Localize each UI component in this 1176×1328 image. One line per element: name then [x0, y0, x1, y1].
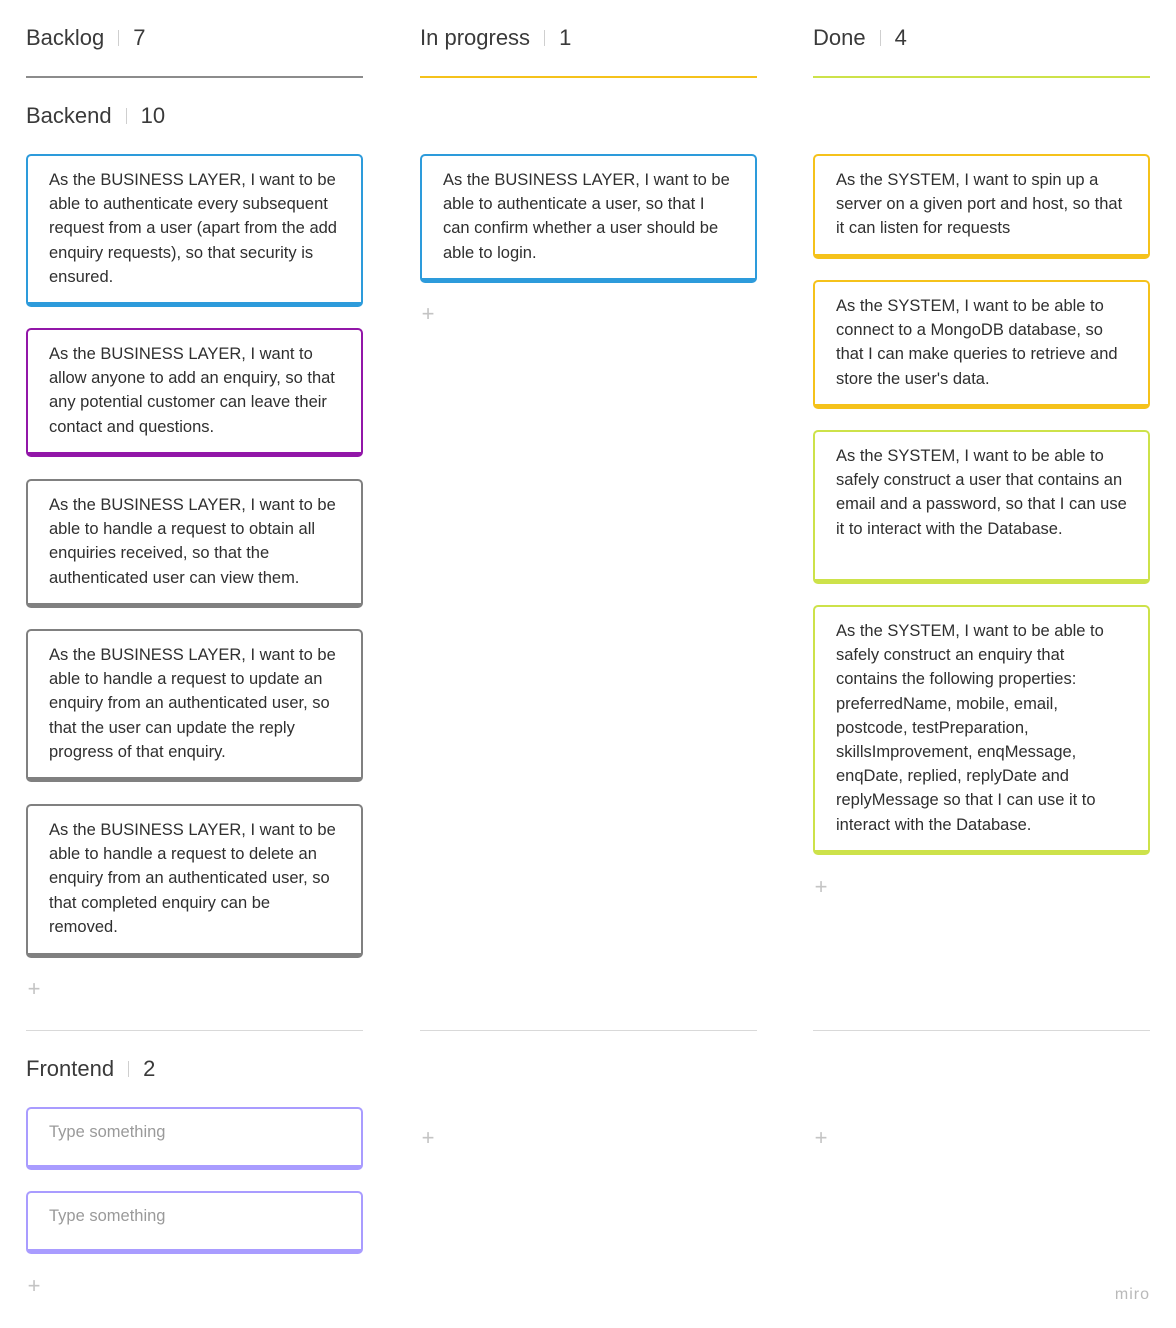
- column-count: 7: [133, 25, 146, 50]
- plus-icon[interactable]: +: [26, 1275, 42, 1297]
- card[interactable]: As the BUSINESS LAYER, I want to be able…: [26, 154, 363, 307]
- plus-icon[interactable]: +: [813, 876, 829, 898]
- card[interactable]: As the SYSTEM, I want to be able to safe…: [813, 430, 1150, 584]
- divider: [118, 30, 120, 46]
- card[interactable]: As the BUSINESS LAYER, I want to be able…: [420, 154, 757, 283]
- plus-icon[interactable]: +: [26, 978, 42, 1000]
- plus-icon[interactable]: +: [813, 1127, 829, 1149]
- lane-name[interactable]: Backend: [26, 103, 112, 129]
- card[interactable]: As the SYSTEM, I want to spin up a serve…: [813, 154, 1150, 259]
- column-title[interactable]: In progress: [420, 25, 530, 51]
- column-count: 4: [894, 25, 907, 50]
- column-title[interactable]: Backlog: [26, 25, 104, 51]
- card[interactable]: As the BUSINESS LAYER, I want to allow a…: [26, 328, 363, 457]
- plus-icon[interactable]: +: [420, 1127, 436, 1149]
- divider: [125, 108, 127, 124]
- column-rule: [420, 76, 757, 78]
- lane-title-backend: Backend 10: [26, 100, 165, 132]
- card-placeholder[interactable]: Type something: [26, 1191, 363, 1254]
- card[interactable]: As the BUSINESS LAYER, I want to be able…: [26, 479, 363, 608]
- divider: [128, 1061, 130, 1077]
- lane-title-frontend: Frontend 2: [26, 1053, 155, 1085]
- divider: [879, 30, 881, 46]
- lane-divider: [26, 1030, 363, 1031]
- column-header-backlog: Backlog 7: [26, 22, 363, 78]
- lane-divider: [813, 1030, 1150, 1031]
- lane-name[interactable]: Frontend: [26, 1056, 114, 1082]
- lane-count: 10: [140, 103, 166, 128]
- column-title[interactable]: Done: [813, 25, 866, 51]
- card[interactable]: As the BUSINESS LAYER, I want to be able…: [26, 804, 363, 958]
- card[interactable]: As the SYSTEM, I want to be able to conn…: [813, 280, 1150, 409]
- column-header-in-progress: In progress 1: [420, 22, 757, 78]
- lane-divider: [420, 1030, 757, 1031]
- column-count: 1: [559, 25, 572, 50]
- card[interactable]: As the SYSTEM, I want to be able to safe…: [813, 605, 1150, 855]
- card-placeholder[interactable]: Type something: [26, 1107, 363, 1170]
- lane-count: 2: [143, 1056, 156, 1081]
- plus-icon[interactable]: +: [420, 303, 436, 325]
- column-rule: [26, 76, 363, 78]
- divider: [544, 30, 546, 46]
- column-header-done: Done 4: [813, 22, 1150, 78]
- card[interactable]: As the BUSINESS LAYER, I want to be able…: [26, 629, 363, 782]
- column-rule: [813, 76, 1150, 78]
- miro-logo: miro: [1114, 1286, 1150, 1303]
